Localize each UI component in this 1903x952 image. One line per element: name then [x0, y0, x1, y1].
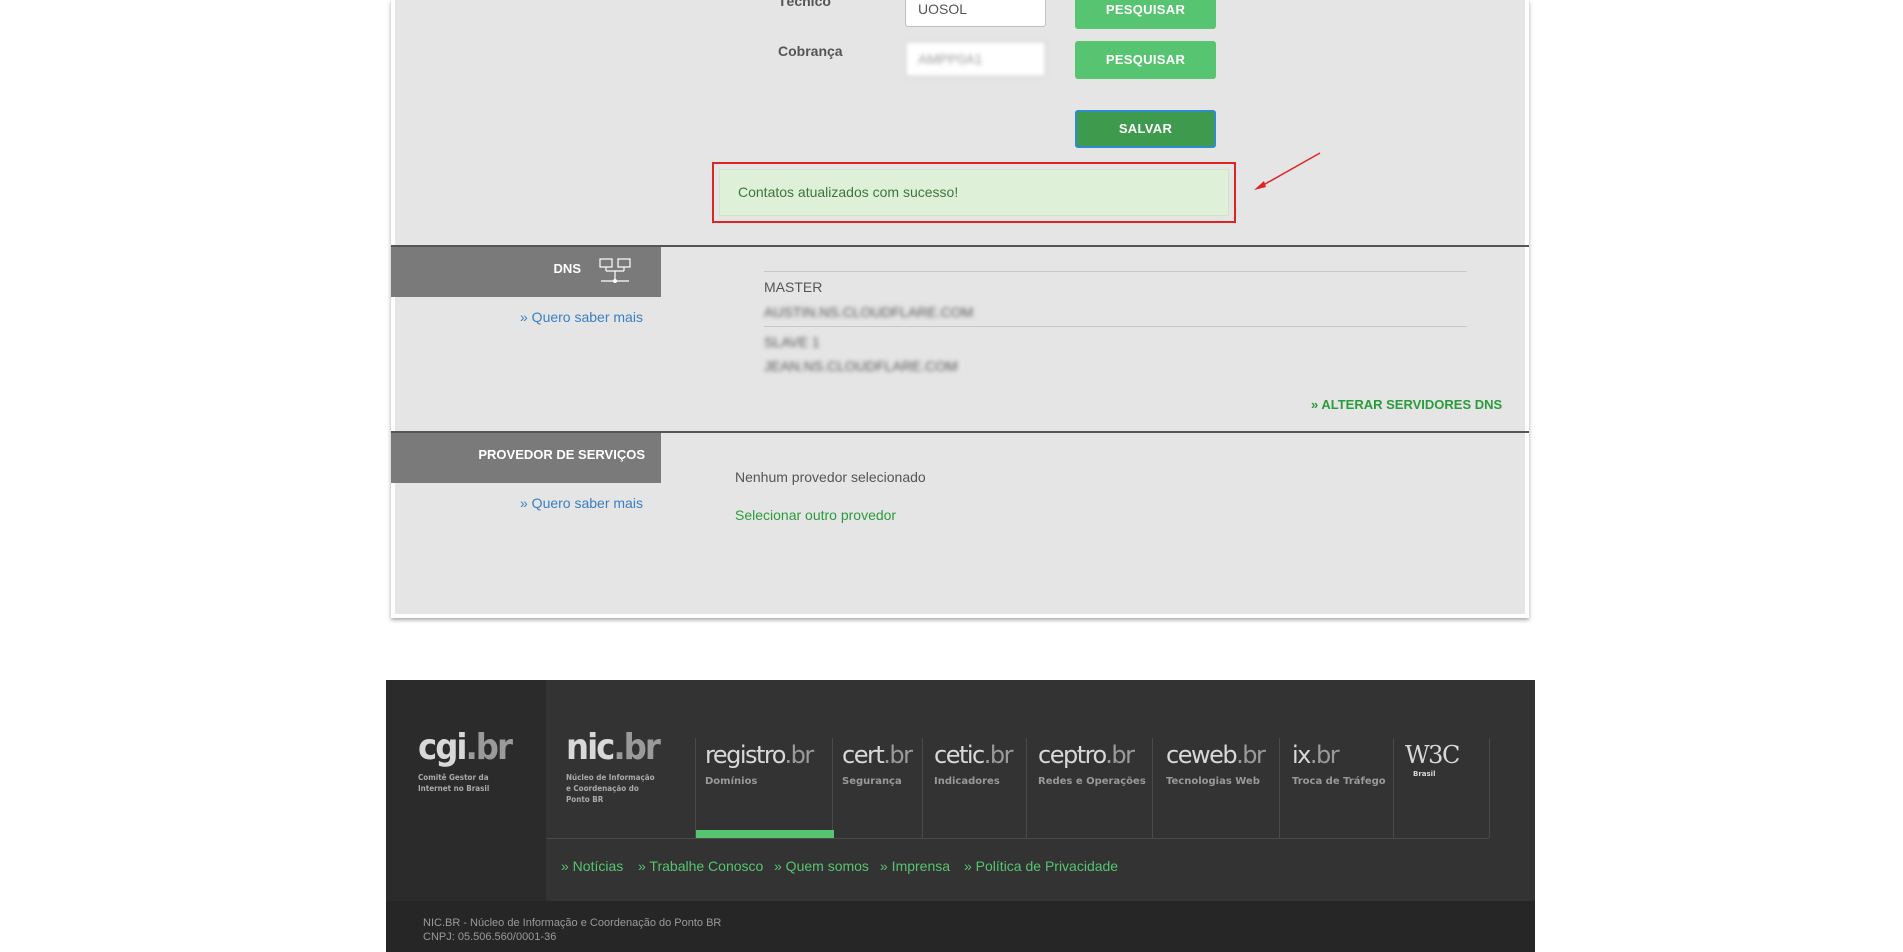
copyright-line-2: CNPJ: 05.506.560/0001-36 [423, 931, 557, 943]
brand-w3c[interactable]: W3C Brasil [1405, 740, 1460, 778]
provider-more-link[interactable]: » Quero saber mais [520, 495, 643, 511]
dns-slave-host: JEAN.NS.CLOUDFLARE.COM [764, 358, 958, 374]
dns-section-header: DNS [391, 247, 661, 297]
nic-logo[interactable]: nic.br Núcleo de Informação e Coordenaçã… [566, 728, 661, 805]
brand-ceweb[interactable]: ceweb.br Tecnologias Web [1166, 740, 1266, 787]
dns-more-link[interactable]: » Quero saber mais [520, 309, 643, 325]
copyright-line-1: NIC.BR - Núcleo de Informação e Coordena… [423, 917, 722, 929]
footer-link-noticias[interactable]: » Notícias [561, 858, 623, 874]
brand-separator [695, 738, 696, 838]
footer-link-politica-privacidade[interactable]: » Política de Privacidade [964, 858, 1118, 874]
tecnico-label: Técnico [778, 0, 831, 9]
brand-cert[interactable]: cert.br Segurança [842, 740, 913, 787]
select-provider-link[interactable]: Selecionar outro provedor [735, 507, 896, 523]
brand-separator [1279, 738, 1280, 838]
dns-master-host: AUSTIN.NS.CLOUDFLARE.COM [764, 304, 974, 320]
brand-separator [1026, 738, 1027, 838]
footer-link-imprensa[interactable]: » Imprensa [880, 858, 950, 874]
dns-divider [764, 271, 1467, 272]
footer-link-trabalhe-conosco[interactable]: » Trabalhe Conosco [638, 858, 763, 874]
brand-cetic[interactable]: cetic.br Indicadores [934, 740, 1013, 787]
annotation-arrow-icon [1254, 152, 1321, 190]
footer-link-quem-somos[interactable]: » Quem somos [774, 858, 869, 874]
tecnico-input[interactable] [905, 0, 1046, 27]
dns-slave-label: SLAVE 1 [764, 334, 820, 350]
brand-separator [1393, 738, 1394, 838]
brand-registro[interactable]: registro.br Domínios [705, 740, 814, 787]
provider-section-header: PROVEDOR DE SERVIÇOS [391, 433, 661, 483]
provider-status: Nenhum provedor selecionado [735, 469, 926, 485]
success-alert: Contatos atualizados com sucesso! [719, 169, 1229, 216]
tecnico-search-button[interactable]: PESQUISAR [1075, 0, 1216, 29]
dns-master-label: MASTER [764, 279, 823, 295]
cobranca-search-button[interactable]: PESQUISAR [1075, 41, 1216, 79]
network-icon [599, 258, 631, 283]
change-dns-link[interactable]: » ALTERAR SERVIDORES DNS [1311, 397, 1502, 412]
cgi-logo[interactable]: cgi.br Comitê Gestor da Internet no Bras… [418, 728, 513, 794]
cobranca-label: Cobrança [778, 43, 843, 59]
footer-copyright-bar: NIC.BR - Núcleo de Informação e Coordena… [386, 901, 1535, 952]
dns-title: DNS [553, 261, 581, 276]
brand-separator [832, 738, 833, 838]
provider-title: PROVEDOR DE SERVIÇOS [478, 447, 645, 462]
active-brand-indicator [696, 830, 834, 838]
brand-ix[interactable]: ix.br Troca de Tráfego [1292, 740, 1386, 787]
save-button[interactable]: SALVAR [1075, 110, 1216, 148]
brand-separator [1489, 738, 1490, 838]
brand-separator [1152, 738, 1153, 838]
brand-ceptro[interactable]: ceptro.br Redes e Operações [1038, 740, 1146, 787]
dns-divider [764, 326, 1467, 327]
cobranca-input[interactable] [905, 41, 1046, 77]
brand-bar-divider [546, 838, 1489, 839]
footer: cgi.br Comitê Gestor da Internet no Bras… [386, 680, 1535, 952]
brand-separator [922, 738, 923, 838]
